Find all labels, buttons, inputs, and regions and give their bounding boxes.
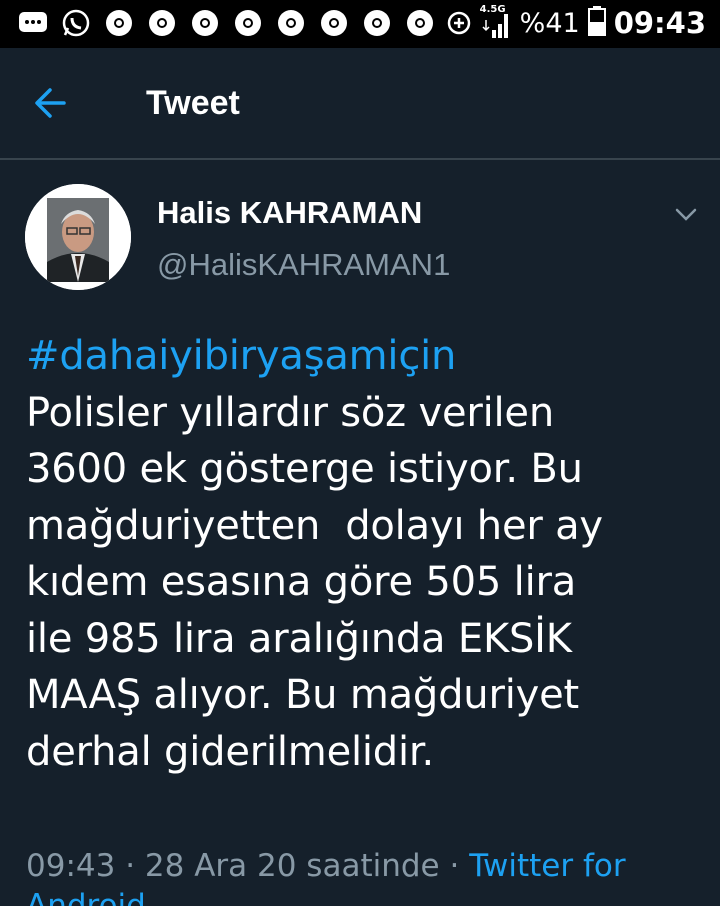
- profile-photo: [25, 184, 131, 290]
- chevron-down-icon: [675, 208, 697, 221]
- status-bar: 4.5G %41 09:43: [0, 0, 720, 48]
- data-saver-icon: [444, 8, 474, 38]
- tweet-text: #dahaiyibiryaşamiçin Polisler yıllardır …: [26, 328, 706, 780]
- clock: 09:43: [613, 6, 706, 40]
- signal-icon: 4.5G: [480, 4, 512, 40]
- tweet-line: Polisler yıllardır söz verilen: [26, 389, 554, 436]
- tweet-source-link-continued[interactable]: Android: [26, 890, 146, 906]
- chrome-icon: [319, 8, 349, 38]
- hashtag-link[interactable]: #dahaiyibiryaşamiçin: [26, 328, 706, 385]
- chrome-icon: [104, 8, 134, 38]
- display-name[interactable]: Halis KAHRAMAN: [157, 195, 422, 231]
- chrome-icon: [362, 8, 392, 38]
- chrome-icon: [233, 8, 263, 38]
- whatsapp-icon: [61, 8, 91, 38]
- tweet-options-button[interactable]: [672, 200, 700, 228]
- tweet-line: derhal giderilmelidir.: [26, 728, 435, 775]
- avatar[interactable]: [25, 184, 131, 290]
- battery-icon: [587, 6, 606, 40]
- app-header: Tweet: [0, 48, 720, 158]
- message-icon: [18, 8, 48, 38]
- tweet-line: kıdem esasına göre 505 lira: [26, 559, 577, 605]
- notification-icons: [18, 8, 435, 38]
- chrome-icon: [190, 8, 220, 38]
- page-title: Tweet: [146, 84, 240, 122]
- tweet-timestamp: 09:43 · 28 Ara 20 saatinde ·: [26, 848, 470, 884]
- header-divider: [0, 158, 720, 160]
- tweet-line: 3600 ek gösterge istiyor. Bu: [26, 446, 583, 492]
- tweet-source-link[interactable]: Twitter for: [469, 848, 625, 884]
- chrome-icon: [405, 8, 435, 38]
- tweet-source-continued: Android: [26, 890, 146, 906]
- arrow-left-icon: [35, 88, 66, 118]
- chrome-icon: [147, 8, 177, 38]
- tweet-metadata: 09:43 · 28 Ara 20 saatinde · Twitter for: [26, 848, 626, 884]
- battery-percent: %41: [519, 7, 580, 39]
- system-status: 4.5G %41 09:43: [444, 4, 706, 40]
- tweet-line: mağduriyetten dolayı her ay: [26, 502, 603, 549]
- tweet-line: MAAŞ alıyor. Bu mağduriyet: [26, 672, 579, 718]
- tweet-line: ile 985 lira aralığında EKSİK: [26, 615, 572, 662]
- user-handle[interactable]: @HalisKAHRAMAN1: [157, 247, 450, 283]
- back-button[interactable]: [30, 83, 80, 123]
- chrome-icon: [276, 8, 306, 38]
